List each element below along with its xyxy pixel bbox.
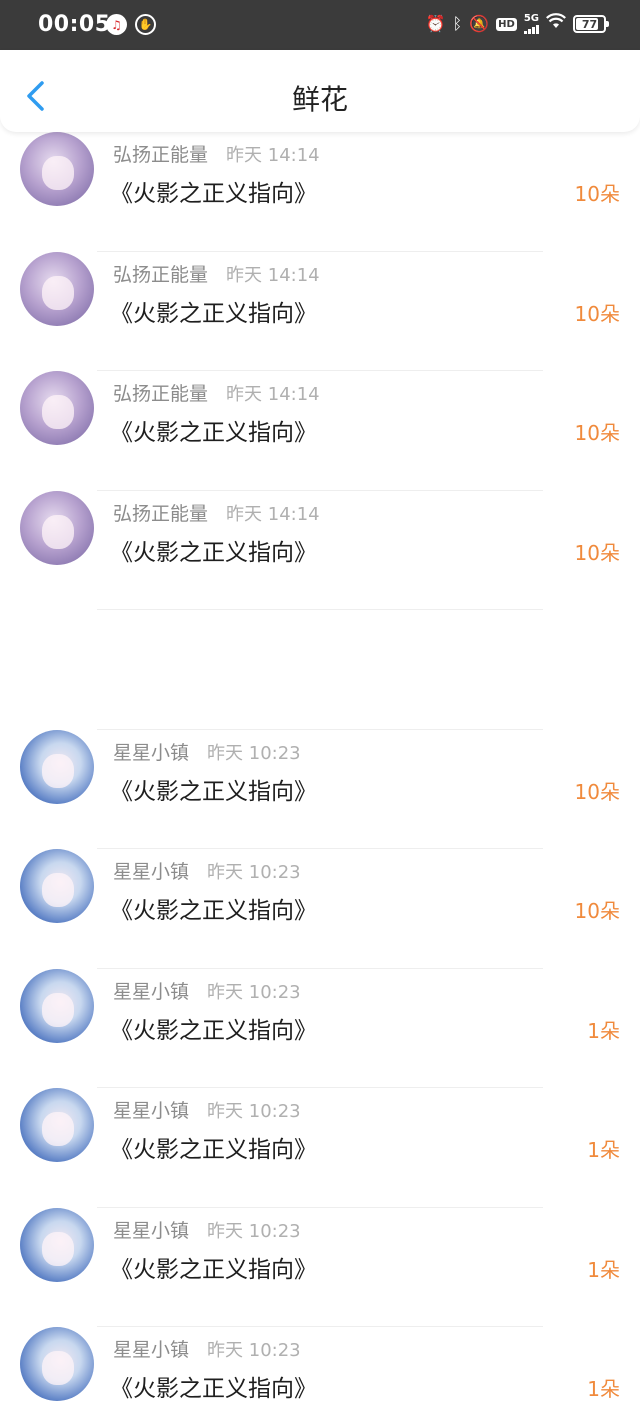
alarm-icon: ⏰ <box>425 14 446 33</box>
post-time: 昨天 14:14 <box>226 503 320 525</box>
user-name: 弘扬正能量 <box>113 263 209 286</box>
avatar <box>20 968 94 1043</box>
signal-icon: 5G <box>524 14 539 34</box>
list-item[interactable]: 星星小镇 昨天 10:23 《火影之正义指向》 10朵 <box>0 849 640 969</box>
battery-level: 77 <box>581 17 598 31</box>
list-item[interactable]: 弘扬正能量 昨天 14:14 《火影之正义指向》 10朵 <box>0 490 640 610</box>
network-type: 5G <box>523 13 539 24</box>
flower-amount: 10朵 <box>574 899 620 923</box>
mute-icon: 🔕 <box>469 14 490 33</box>
user-name: 星星小镇 <box>113 980 190 1003</box>
post-time: 昨天 14:14 <box>226 264 320 286</box>
system-status-icons: ⏰ ᛒ 🔕 HD 5G 77 <box>425 13 609 35</box>
flower-amount: 10朵 <box>574 540 620 565</box>
avatar <box>20 1327 94 1401</box>
user-name: 弘扬正能量 <box>113 502 209 525</box>
flower-amount: 1朵 <box>587 1377 620 1401</box>
list-item[interactable]: 弘扬正能量 昨天 14:14 《火影之正义指向》 10朵 <box>0 251 640 371</box>
list-item[interactable]: 星星小镇 昨天 10:23 《火影之正义指向》 1朵 <box>0 1327 640 1427</box>
work-title: 《火影之正义指向》 <box>110 778 317 805</box>
list-item[interactable]: 星星小镇 昨天 10:23 《火影之正义指向》 1朵 <box>0 1088 640 1208</box>
notification-icons: ♫ ✋ <box>106 14 156 35</box>
flower-amount: 1朵 <box>587 1138 620 1162</box>
avatar <box>20 1088 94 1162</box>
hd-icon: HD <box>496 17 517 31</box>
work-title: 《火影之正义指向》 <box>110 898 317 924</box>
avatar <box>20 251 94 326</box>
flower-amount: 10朵 <box>574 779 620 804</box>
user-name: 星星小镇 <box>113 1339 190 1361</box>
netease-music-icon: ♫ <box>106 14 127 35</box>
flower-gift-list: 弘扬正能量 昨天 14:14 《火影之正义指向》 10朵 弘扬正能量 昨天 14… <box>0 132 640 1427</box>
list-item[interactable]: 弘扬正能量 昨天 14:14 《火影之正义指向》 10朵 <box>0 371 640 491</box>
wifi-icon <box>546 13 566 35</box>
flower-amount: 10朵 <box>574 182 620 206</box>
work-title: 《火影之正义指向》 <box>110 1137 317 1163</box>
work-title: 《火影之正义指向》 <box>110 1256 317 1283</box>
flower-amount: 1朵 <box>587 1018 620 1043</box>
work-title: 《火影之正义指向》 <box>110 1017 317 1044</box>
list-item[interactable]: 星星小镇 昨天 10:23 《火影之正义指向》 1朵 <box>0 1207 640 1327</box>
post-time: 昨天 10:23 <box>207 1101 301 1122</box>
status-bar: 00:05 ♫ ✋ ⏰ ᛒ 🔕 HD 5G 77 <box>0 0 640 50</box>
work-title: 《火影之正义指向》 <box>110 1376 317 1402</box>
list-item[interactable]: 星星小镇 昨天 10:23 《火影之正义指向》 10朵 <box>0 729 640 849</box>
post-time: 昨天 10:23 <box>207 1340 301 1361</box>
status-time: 00:05 <box>38 12 111 37</box>
post-time: 昨天 10:23 <box>207 981 301 1003</box>
list-item[interactable]: 弘扬正能量 昨天 14:14 《火影之正义指向》 10朵 <box>0 132 640 252</box>
user-name: 星星小镇 <box>113 861 190 883</box>
page-title: 鲜花 <box>291 83 348 116</box>
list-item-blank <box>0 610 640 730</box>
avatar <box>20 490 94 565</box>
user-name: 星星小镇 <box>113 1219 190 1242</box>
user-name: 星星小镇 <box>113 1100 190 1122</box>
divider <box>97 609 543 610</box>
flower-amount: 1朵 <box>587 1257 620 1282</box>
work-title: 《火影之正义指向》 <box>110 539 317 566</box>
avatar <box>20 849 94 923</box>
work-title: 《火影之正义指向》 <box>110 181 317 207</box>
post-time: 昨天 10:23 <box>207 1220 301 1242</box>
work-title: 《火影之正义指向》 <box>110 300 317 327</box>
post-time: 昨天 10:23 <box>207 862 301 883</box>
user-name: 弘扬正能量 <box>113 383 209 405</box>
user-name: 弘扬正能量 <box>113 144 209 166</box>
work-title: 《火影之正义指向》 <box>110 420 317 446</box>
avatar <box>20 132 94 206</box>
post-time: 昨天 14:14 <box>226 384 320 405</box>
hand-icon: ✋ <box>135 14 156 35</box>
flower-amount: 10朵 <box>574 421 620 445</box>
post-time: 昨天 14:14 <box>226 145 320 166</box>
user-name: 星星小镇 <box>113 741 190 764</box>
flower-amount: 10朵 <box>574 301 620 326</box>
avatar <box>20 371 94 445</box>
post-time: 昨天 10:23 <box>207 742 301 764</box>
navigation-bar: 鲜花 <box>0 50 640 132</box>
list-item[interactable]: 星星小镇 昨天 10:23 《火影之正义指向》 1朵 <box>0 968 640 1088</box>
avatar <box>20 729 94 804</box>
avatar <box>20 1207 94 1282</box>
bluetooth-icon: ᛒ <box>452 14 463 33</box>
battery-icon: 77 <box>573 15 609 33</box>
